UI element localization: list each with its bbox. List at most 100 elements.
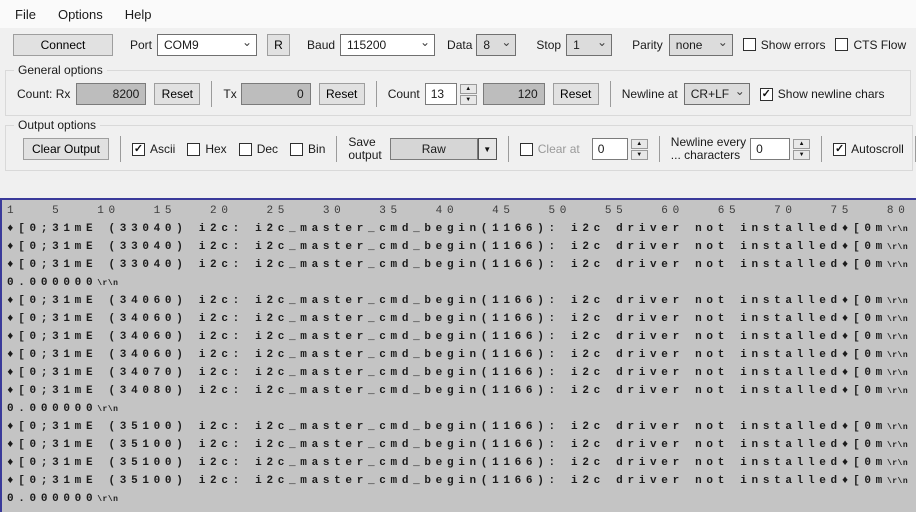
output-line: ♦[0;31mE (35100) i2c: i2c_master_cmd_beg…	[7, 454, 916, 472]
column-ruler: 1 5 10 15 20 25 30 35 40 45 50 55 60 65 …	[7, 204, 916, 220]
newline-chars: \r\n	[887, 333, 908, 342]
newline-chars: \r\n	[887, 369, 908, 378]
output-line: 0.000000\r\n	[7, 274, 916, 292]
chevron-down-icon: ⌄	[735, 84, 745, 98]
newline-chars: \r\n	[887, 297, 908, 306]
connection-bar: Connect Port COM9 ⌄ R Baud 115200 ⌄ Data…	[0, 28, 916, 61]
tx-count-field: 0	[241, 83, 311, 105]
baud-select[interactable]: 115200 ⌄	[340, 34, 435, 56]
newline-at-label: Newline at	[622, 87, 678, 101]
newline-chars: \r\n	[887, 477, 908, 486]
output-line: ♦[0;31mE (33040) i2c: i2c_master_cmd_beg…	[7, 238, 916, 256]
output-line: ♦[0;31mE (35100) i2c: i2c_master_cmd_beg…	[7, 436, 916, 454]
save-output-select[interactable]: Raw	[390, 138, 478, 160]
newline-chars: \r\n	[887, 423, 908, 432]
spin-down-icon[interactable]: ▼	[793, 150, 810, 160]
output-line: ♦[0;31mE (34070) i2c: i2c_master_cmd_beg…	[7, 364, 916, 382]
general-options-title: General options	[14, 63, 107, 77]
output-line: ♦[0;31mE (33040) i2c: i2c_master_cmd_beg…	[7, 220, 916, 238]
cts-flow-checkbox[interactable]: CTS Flow	[835, 38, 906, 52]
newline-chars: \r\n	[887, 225, 908, 234]
clear-at-spinner-arrows: ▲ ▼	[631, 139, 648, 160]
output-line: 0.000000\r\n	[7, 400, 916, 418]
newline-chars: \r\n	[887, 459, 908, 468]
count-label: Count	[388, 87, 420, 101]
checkbox-check-icon: ✓	[833, 143, 846, 156]
baud-label: Baud	[307, 38, 335, 52]
clear-output-button[interactable]: Clear Output	[23, 138, 109, 160]
tx-label: Tx	[223, 87, 236, 101]
stop-bits-label: Stop	[536, 38, 561, 52]
newline-chars: \r\n	[887, 261, 908, 270]
menu-file[interactable]: File	[4, 2, 47, 27]
count-reset-button[interactable]: Reset	[553, 83, 599, 105]
newline-chars: \r\n	[887, 351, 908, 360]
separator	[821, 136, 822, 162]
data-bits-select[interactable]: 8 ⌄	[476, 34, 516, 56]
newline-chars: \r\n	[887, 387, 908, 396]
general-options-group: General options Count: Rx 8200 Reset Tx …	[5, 63, 911, 116]
autoscroll-checkbox[interactable]: ✓ Autoscroll	[833, 142, 904, 156]
checkbox-box	[187, 143, 200, 156]
output-line: ♦[0;31mE (34060) i2c: i2c_master_cmd_beg…	[7, 292, 916, 310]
show-errors-checkbox[interactable]: Show errors	[743, 38, 826, 52]
menu-help[interactable]: Help	[114, 2, 163, 27]
dec-checkbox[interactable]: Dec	[239, 142, 278, 156]
count-spinner[interactable]: 13	[425, 83, 457, 105]
output-line: ♦[0;31mE (35100) i2c: i2c_master_cmd_beg…	[7, 418, 916, 436]
newline-every-spinner[interactable]: 0	[750, 138, 790, 160]
show-newline-chars-checkbox[interactable]: ✓ Show newline chars	[760, 87, 885, 101]
ascii-checkbox[interactable]: ✓ Ascii	[132, 142, 175, 156]
clear-at-spinner[interactable]: 0	[592, 138, 628, 160]
save-output-label: Save output	[348, 136, 381, 162]
parity-label: Parity	[632, 38, 663, 52]
spin-down-icon[interactable]: ▼	[631, 150, 648, 160]
newline-chars: \r\n	[97, 495, 118, 504]
clear-at-checkbox[interactable]: Clear at	[520, 142, 580, 156]
port-select[interactable]: COM9 ⌄	[157, 34, 257, 56]
rx-count-field: 8200	[76, 83, 146, 105]
newline-chars: \r\n	[97, 405, 118, 414]
output-options-title: Output options	[14, 118, 100, 132]
separator	[610, 81, 611, 107]
newline-at-select[interactable]: CR+LF ⌄	[684, 83, 750, 105]
count-spinner-arrows: ▲ ▼	[460, 84, 477, 105]
output-line: ♦[0;31mE (33040) i2c: i2c_master_cmd_beg…	[7, 256, 916, 274]
spin-down-icon[interactable]: ▼	[460, 95, 477, 105]
spin-up-icon[interactable]: ▲	[793, 139, 810, 149]
rescan-ports-button[interactable]: R	[267, 34, 290, 56]
checkbox-check-icon: ✓	[760, 88, 773, 101]
newline-chars: \r\n	[887, 243, 908, 252]
stop-bits-select[interactable]: 1 ⌄	[566, 34, 612, 56]
chevron-down-icon: ⌄	[501, 35, 511, 49]
spin-up-icon[interactable]: ▲	[631, 139, 648, 149]
output-line: ♦[0;31mE (34060) i2c: i2c_master_cmd_beg…	[7, 310, 916, 328]
parity-select[interactable]: none ⌄	[669, 34, 733, 56]
output-line: ♦[0;31mE (34060) i2c: i2c_master_cmd_beg…	[7, 346, 916, 364]
spin-up-icon[interactable]: ▲	[460, 84, 477, 94]
bin-checkbox[interactable]: Bin	[290, 142, 325, 156]
count-rx-label: Count: Rx	[17, 87, 70, 101]
chevron-down-icon: ⌄	[420, 35, 430, 49]
newline-every-spinner-arrows: ▲ ▼	[793, 139, 810, 160]
separator	[211, 81, 212, 107]
checkbox-box	[239, 143, 252, 156]
chevron-down-icon: ⌄	[242, 35, 252, 49]
tx-reset-button[interactable]: Reset	[319, 83, 365, 105]
checkbox-box	[743, 38, 756, 51]
port-label: Port	[130, 38, 152, 52]
menu-options[interactable]: Options	[47, 2, 114, 27]
checkbox-box	[290, 143, 303, 156]
received-data-view[interactable]: 1 5 10 15 20 25 30 35 40 45 50 55 60 65 …	[0, 198, 916, 512]
checkbox-box	[835, 38, 848, 51]
rx-reset-button[interactable]: Reset	[154, 83, 200, 105]
hex-checkbox[interactable]: Hex	[187, 142, 226, 156]
dropdown-arrow-icon[interactable]: ▼	[478, 138, 497, 160]
connect-button[interactable]: Connect	[13, 34, 113, 56]
output-lines: ♦[0;31mE (33040) i2c: i2c_master_cmd_beg…	[7, 220, 916, 508]
newline-chars: \r\n	[887, 315, 908, 324]
checkbox-box	[520, 143, 533, 156]
output-line: 0.000000\r\n	[7, 490, 916, 508]
menu-bar: File Options Help	[0, 0, 916, 28]
checkbox-check-icon: ✓	[132, 143, 145, 156]
